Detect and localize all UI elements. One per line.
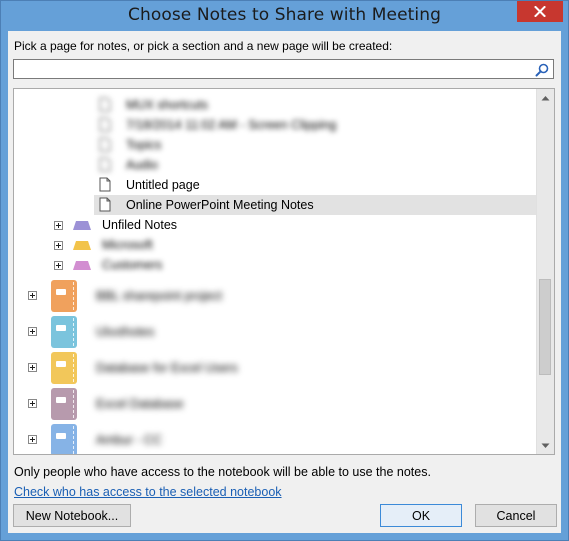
new-notebook-button[interactable]: New Notebook... — [13, 504, 131, 527]
ok-button[interactable]: OK — [380, 504, 462, 527]
access-note: Only people who have access to the noteb… — [14, 465, 431, 479]
tree-item-label: Ulxxthotes — [96, 325, 155, 339]
tree-content: MUX shortcuts 7/18/2014 11:02 AM - Scree… — [14, 89, 537, 454]
tree-item-label: Untitled page — [126, 178, 200, 192]
tree-item-label: Database for Excel Users — [96, 361, 238, 375]
tree-item-label: BBL sharepoint project — [96, 289, 223, 303]
tree-item-untitled-page[interactable]: Untitled page — [14, 175, 537, 195]
expand-icon[interactable] — [54, 221, 63, 230]
tree-item-section[interactable]: Customers — [14, 255, 537, 275]
page-icon — [99, 157, 111, 172]
cancel-button-label: Cancel — [496, 508, 536, 523]
dialog-window: Choose Notes to Share with Meeting Pick … — [0, 0, 569, 541]
notebook-icon — [51, 316, 77, 348]
notebook-icon — [51, 352, 77, 384]
close-button[interactable] — [517, 1, 563, 22]
notebook-icon — [51, 424, 77, 454]
page-icon — [99, 177, 111, 192]
search-field[interactable] — [13, 59, 554, 79]
scroll-up-button[interactable] — [537, 89, 554, 106]
page-icon — [99, 97, 111, 112]
tree-item-notebook[interactable]: Ambur - CC — [14, 423, 537, 454]
tree-item-section[interactable]: Microsoft — [14, 235, 537, 255]
page-icon — [99, 197, 111, 212]
section-tab-icon — [73, 241, 91, 250]
tree-item-label: Online PowerPoint Meeting Notes — [126, 198, 314, 212]
tree-item-notebook[interactable]: Ulxxthotes — [14, 315, 537, 349]
new-notebook-button-label: New Notebook... — [25, 508, 119, 523]
vertical-scrollbar[interactable] — [536, 89, 554, 454]
tree-item-label: Ambur - CC — [96, 433, 162, 447]
tree-item-page[interactable]: 7/18/2014 11:02 AM - Screen Clipping — [14, 115, 537, 135]
expand-icon[interactable] — [28, 399, 37, 408]
check-access-link[interactable]: Check who has access to the selected not… — [14, 485, 282, 499]
tree-item-label: Topics — [126, 138, 162, 152]
section-tab-icon — [73, 221, 91, 230]
notebook-tree[interactable]: MUX shortcuts 7/18/2014 11:02 AM - Scree… — [13, 88, 555, 455]
section-tab-icon — [73, 261, 91, 270]
tree-item-label: Excel Database — [96, 397, 184, 411]
tree-item-label: MUX shortcuts — [126, 98, 208, 112]
tree-item-label: Unfiled Notes — [102, 218, 178, 232]
search-icon[interactable] — [534, 62, 550, 78]
tree-item-label: Audio — [126, 158, 158, 172]
cancel-button[interactable]: Cancel — [475, 504, 557, 527]
chevron-down-icon — [541, 443, 550, 448]
tree-item-online-powerpoint-meeting-notes[interactable]: Online PowerPoint Meeting Notes — [94, 195, 537, 215]
page-icon — [99, 117, 111, 132]
tree-item-notebook[interactable]: BBL sharepoint project — [14, 279, 537, 313]
expand-icon[interactable] — [54, 241, 63, 250]
expand-icon[interactable] — [54, 261, 63, 270]
dialog-body: Pick a page for notes, or pick a section… — [8, 31, 561, 533]
expand-icon[interactable] — [28, 363, 37, 372]
expand-icon[interactable] — [28, 291, 37, 300]
ok-button-label: OK — [411, 508, 431, 523]
tree-item-label: Microsoft — [102, 238, 153, 252]
scroll-thumb[interactable] — [539, 279, 551, 375]
notebook-icon — [51, 388, 77, 420]
notebook-icon — [51, 280, 77, 312]
tree-item-label: 7/18/2014 11:02 AM - Screen Clipping — [126, 118, 337, 132]
tree-item-notebook[interactable]: Excel Database — [14, 387, 537, 421]
page-icon — [99, 137, 111, 152]
tree-item-page[interactable]: MUX shortcuts — [14, 95, 537, 115]
tree-item-notebook[interactable]: Database for Excel Users — [14, 351, 537, 385]
tree-item-page[interactable]: Topics — [14, 135, 537, 155]
tree-item-page[interactable]: Audio — [14, 155, 537, 175]
title-bar[interactable]: Choose Notes to Share with Meeting — [1, 1, 568, 31]
tree-item-section-unfiled-notes[interactable]: Unfiled Notes — [14, 215, 537, 235]
dialog-title: Choose Notes to Share with Meeting — [127, 5, 441, 25]
search-input[interactable] — [16, 61, 526, 77]
expand-icon[interactable] — [28, 327, 37, 336]
tree-item-label: Customers — [102, 258, 163, 272]
expand-icon[interactable] — [28, 435, 37, 444]
scroll-down-button[interactable] — [537, 437, 554, 454]
close-icon — [534, 6, 546, 17]
chevron-up-icon — [541, 95, 550, 100]
prompt-label: Pick a page for notes, or pick a section… — [14, 39, 393, 53]
